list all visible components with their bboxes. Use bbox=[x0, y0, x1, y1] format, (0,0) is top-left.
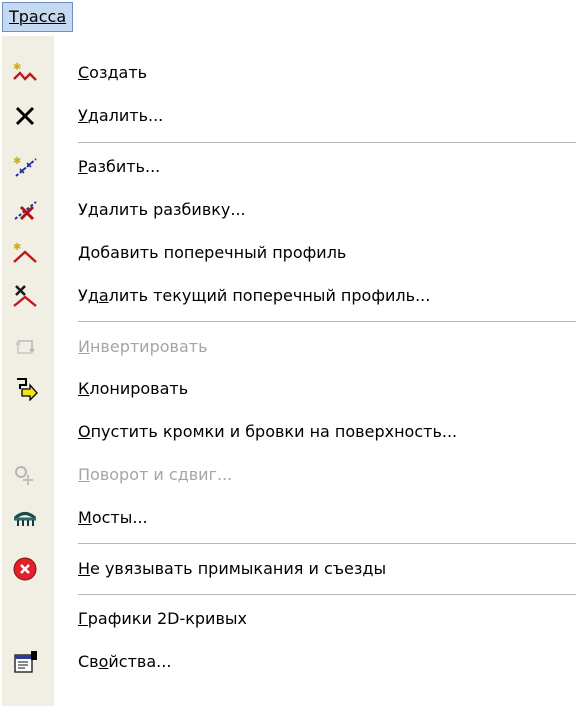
menu-separator bbox=[78, 543, 576, 547]
invert-icon bbox=[12, 335, 40, 359]
menu-item-label: оворот и сдвиг... bbox=[90, 465, 233, 484]
menu-item-clone[interactable]: Клонировать bbox=[2, 372, 578, 406]
menu-item-label: лонировать bbox=[89, 379, 189, 398]
menu-item-label: далить... bbox=[87, 106, 164, 125]
accel-letter: Р bbox=[78, 157, 88, 176]
menu-item-curves-2d[interactable]: Графики 2D-кривых bbox=[2, 602, 578, 636]
create-route-icon: ✱ bbox=[12, 61, 40, 85]
menu-item-delete-cross-profile[interactable]: Удалить текущий поперечный профиль... bbox=[2, 279, 578, 313]
remove-split-icon bbox=[12, 198, 40, 222]
clone-icon bbox=[12, 377, 40, 402]
menu-item-invert[interactable]: Инвертировать bbox=[2, 330, 578, 364]
rotate-shift-icon bbox=[12, 463, 40, 487]
menu-item-label: осты... bbox=[91, 508, 148, 527]
accel-letter: Д bbox=[78, 243, 91, 262]
bridge-icon bbox=[12, 506, 40, 530]
menu-item-label: нвертировать bbox=[89, 337, 208, 356]
accel-letter: а bbox=[98, 286, 109, 305]
svg-text:✱: ✱ bbox=[13, 156, 21, 167]
accel-letter: У bbox=[78, 106, 88, 125]
accel-letter: К bbox=[78, 379, 90, 398]
menu-item-label: Удалить разбивку... bbox=[78, 200, 246, 219]
dropdown-menu: ✱ Создать Удалить... ✱ Разбить... Удалит… bbox=[2, 36, 578, 706]
svg-text:✱: ✱ bbox=[13, 242, 21, 253]
menu-item-delete[interactable]: Удалить... bbox=[2, 99, 578, 133]
menu-item-label: йства... bbox=[108, 652, 172, 671]
menu-item-label: обавить поперечный профиль bbox=[90, 243, 347, 262]
menu-item-no-junctions[interactable]: Не увязывать примыкания и съезды bbox=[2, 552, 578, 586]
menu-item-add-cross-profile[interactable]: ✱ Добавить поперечный профиль bbox=[2, 236, 578, 270]
accel-letter: Г bbox=[78, 609, 88, 628]
menu-item-create[interactable]: ✱ Создать bbox=[2, 56, 578, 90]
accel-letter: М bbox=[78, 508, 92, 527]
menu-item-label-prefix: Св bbox=[78, 652, 99, 671]
menu-item-label: пустить кромки и бровки на поверхность..… bbox=[90, 422, 458, 441]
split-icon: ✱ bbox=[12, 155, 40, 179]
error-circle-icon bbox=[12, 557, 40, 581]
menu-item-rotate-shift[interactable]: Поворот и сдвиг... bbox=[2, 458, 578, 492]
menu-separator bbox=[78, 142, 576, 146]
menu-item-label: лить текущий поперечный профиль... bbox=[108, 286, 431, 305]
menu-item-label: рафики 2D-кривых bbox=[87, 609, 247, 628]
menu-separator bbox=[78, 321, 576, 325]
menu-separator bbox=[78, 594, 576, 598]
accel-letter: И bbox=[78, 337, 90, 356]
accel-letter: о bbox=[98, 652, 109, 671]
menu-title-label: Трасса bbox=[9, 7, 67, 26]
accel-letter: П bbox=[78, 465, 91, 484]
menu-item-label: оздать bbox=[89, 63, 148, 82]
properties-icon bbox=[12, 650, 40, 674]
menu-item-remove-split[interactable]: Удалить разбивку... bbox=[2, 193, 578, 227]
add-profile-icon: ✱ bbox=[12, 241, 40, 265]
accel-letter: О bbox=[78, 422, 91, 441]
delete-x-icon bbox=[12, 104, 40, 128]
menu-item-properties[interactable]: Свойства... bbox=[2, 645, 578, 679]
menu-title-trassa[interactable]: Трасса bbox=[2, 2, 74, 32]
menu-item-label: е увязывать примыкания и съезды bbox=[90, 559, 387, 578]
menu-item-lower-edges[interactable]: Опустить кромки и бровки на поверхность.… bbox=[2, 415, 578, 449]
menu-item-split[interactable]: ✱ Разбить... bbox=[2, 150, 578, 184]
accel-letter: С bbox=[78, 63, 90, 82]
delete-profile-icon bbox=[12, 284, 40, 308]
menu-item-label-prefix: Уд bbox=[78, 286, 99, 305]
menu-item-label: азбить... bbox=[87, 157, 161, 176]
menu-item-bridges[interactable]: Мосты... bbox=[2, 501, 578, 535]
accel-letter: Н bbox=[78, 559, 91, 578]
